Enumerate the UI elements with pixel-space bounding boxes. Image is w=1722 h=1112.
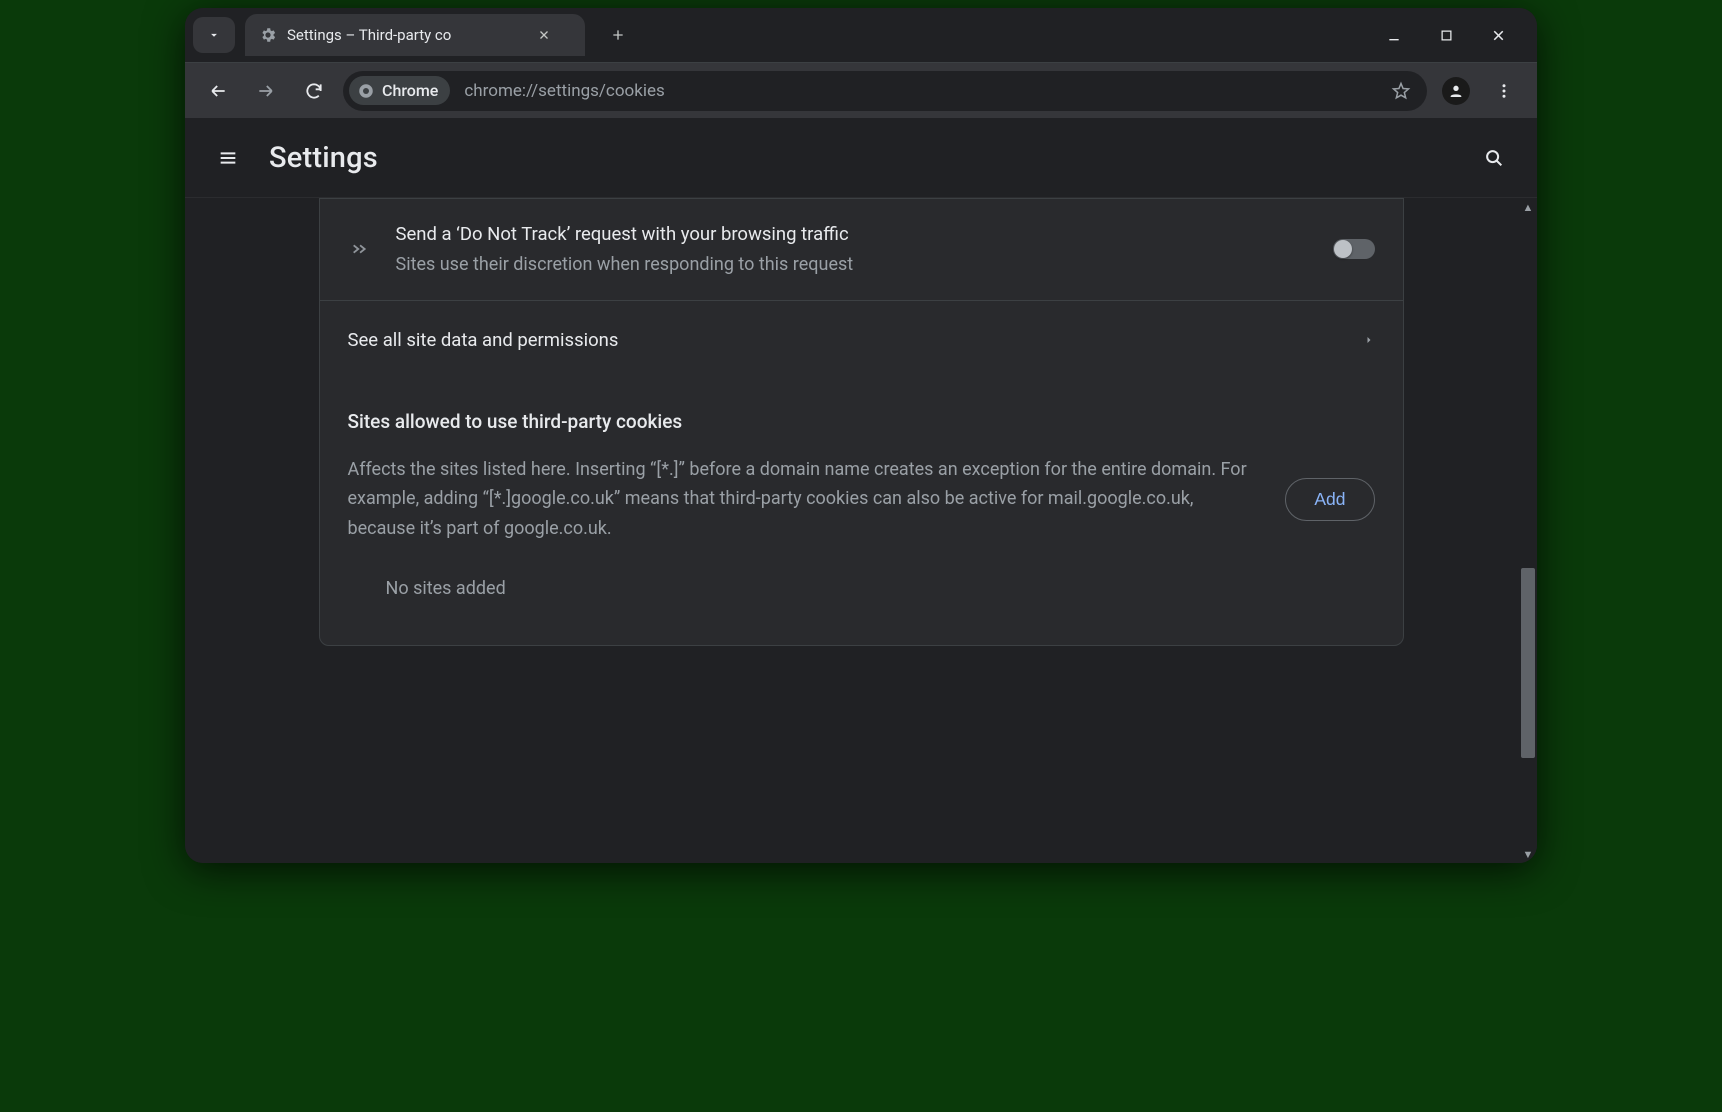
address-bar[interactable]: Chrome chrome://settings/cookies (343, 71, 1427, 111)
arrow-right-icon (256, 81, 276, 101)
scrollbar-thumb[interactable] (1521, 568, 1535, 758)
close-icon (537, 28, 551, 42)
hamburger-icon (217, 147, 239, 169)
allowed-sites-empty: No sites added (320, 544, 1403, 645)
new-tab-button[interactable] (601, 18, 635, 52)
scroll-up-arrow-icon[interactable]: ▲ (1519, 198, 1537, 216)
arrow-left-icon (208, 81, 228, 101)
allowed-sites-section: Sites allowed to use third-party cookies… (320, 380, 1403, 645)
menu-button[interactable] (209, 139, 247, 177)
star-icon (1391, 81, 1411, 101)
tab-close-button[interactable] (537, 28, 551, 42)
do-not-track-row: Send a ‘Do Not Track’ request with your … (320, 199, 1403, 300)
chevron-down-icon (207, 28, 221, 42)
dnt-toggle[interactable] (1333, 239, 1375, 259)
url-text: chrome://settings/cookies (464, 81, 664, 101)
chrome-icon (357, 82, 375, 100)
url-chip-label: Chrome (382, 81, 438, 100)
profile-button[interactable] (1437, 72, 1475, 110)
scroll-down-arrow-icon[interactable]: ▼ (1519, 845, 1537, 863)
scroll-area[interactable]: Send a ‘Do Not Track’ request with your … (185, 198, 1537, 863)
settings-search-button[interactable] (1475, 139, 1513, 177)
allowed-sites-title: Sites allowed to use third-party cookies (348, 410, 1375, 433)
maximize-button[interactable] (1433, 22, 1459, 48)
tab-search-dropdown[interactable] (193, 17, 235, 53)
reload-icon (304, 81, 324, 101)
kebab-icon (1495, 82, 1513, 100)
minimize-button[interactable] (1381, 22, 1407, 48)
content-area: Send a ‘Do Not Track’ request with your … (185, 198, 1537, 863)
plus-icon (610, 27, 626, 43)
scrollbar[interactable]: ▲ ▼ (1519, 198, 1537, 863)
dnt-title: Send a ‘Do Not Track’ request with your … (396, 221, 1311, 248)
browser-tab[interactable]: Settings – Third-party co (245, 14, 585, 56)
settings-header: Settings (185, 118, 1537, 198)
window-controls (1381, 22, 1529, 48)
dnt-subtitle: Sites use their discretion when respondi… (396, 252, 1311, 278)
settings-card: Send a ‘Do Not Track’ request with your … (319, 198, 1404, 646)
maximize-icon (1439, 28, 1454, 43)
see-all-site-data-link[interactable]: See all site data and permissions (320, 300, 1403, 380)
search-icon (1483, 147, 1505, 169)
tab-title: Settings – Third-party co (287, 26, 527, 44)
person-icon (1448, 83, 1464, 99)
browser-menu-button[interactable] (1485, 72, 1523, 110)
see-all-site-data-label: See all site data and permissions (348, 327, 1341, 354)
page-title: Settings (269, 141, 378, 175)
forward-button[interactable] (247, 72, 285, 110)
allowed-sites-description: Affects the sites listed here. Inserting… (348, 455, 1256, 544)
chevron-right-icon (1363, 334, 1375, 346)
sub-item-arrow-icon (348, 238, 374, 260)
reload-button[interactable] (295, 72, 333, 110)
add-site-button[interactable]: Add (1285, 478, 1374, 521)
close-window-button[interactable] (1485, 22, 1511, 48)
gear-icon (259, 26, 277, 44)
bookmark-button[interactable] (1391, 81, 1411, 101)
close-icon (1490, 27, 1507, 44)
browser-window: Settings – Third-party co Chrome (185, 8, 1537, 863)
tab-strip: Settings – Third-party co (185, 8, 1537, 62)
back-button[interactable] (199, 72, 237, 110)
minimize-icon (1386, 27, 1402, 43)
url-chip: Chrome (349, 76, 450, 105)
toolbar: Chrome chrome://settings/cookies (185, 62, 1537, 118)
avatar (1442, 77, 1470, 105)
